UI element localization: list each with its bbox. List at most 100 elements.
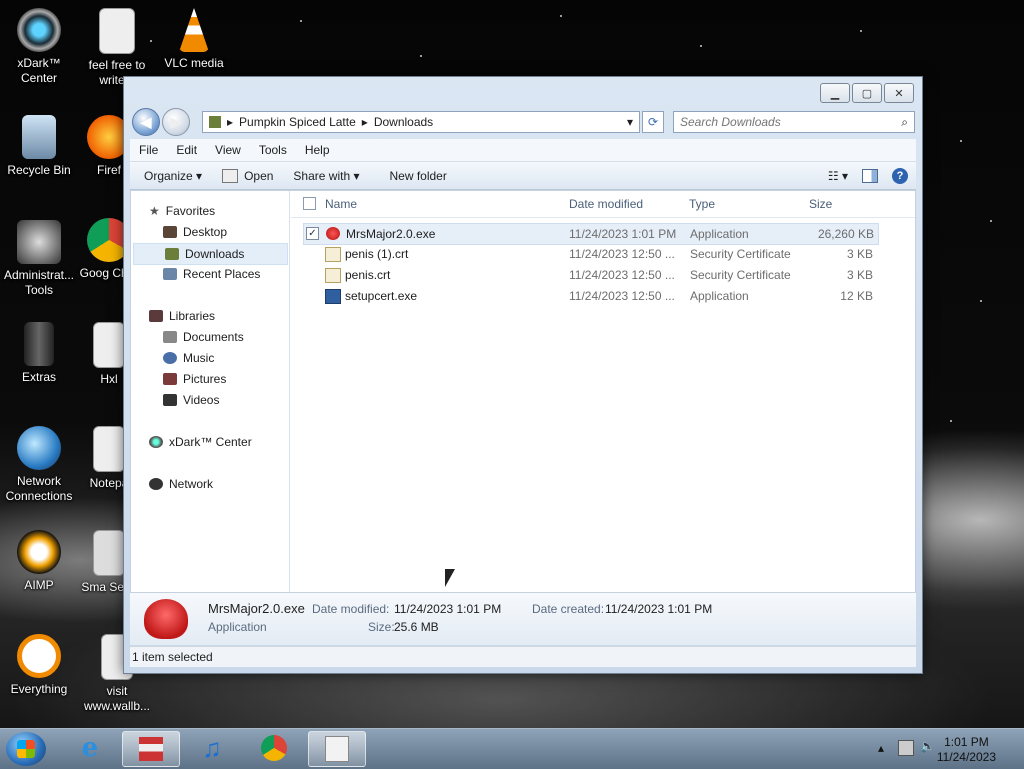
status-bar: 1 item selected [130,646,916,667]
view-options-icon[interactable]: ☷ ▾ [828,169,848,183]
nav-favorites-label: Favorites [165,204,216,218]
search-icon[interactable]: ⌕ [901,115,908,130]
table-row[interactable]: penis.crt 11/24/2023 12:50 ... Security … [303,265,877,285]
clock-date: 11/24/2023 [936,750,996,764]
desktop-icon-xdark[interactable]: xDark™ Center [0,8,78,86]
taskbar: e ♫ ▴ 🔈 1:01 PM 11/24/2023 [0,728,1024,769]
pictures-icon [163,373,177,385]
row-checkbox[interactable]: ✓ [306,227,319,240]
new-folder-button[interactable]: New folder [369,169,456,183]
open-button[interactable]: Open [212,168,283,183]
nav-favorites[interactable]: ★ Favorites [149,204,215,218]
caption-buttons: ▁ ▢ ✕ [820,83,914,103]
organize-button[interactable]: Organize ▾ [130,169,212,183]
file-list: Name Date modified Type Size ✓ MrsMajor2… [291,191,915,593]
select-all-checkbox[interactable] [303,197,316,210]
chevron-down-icon[interactable]: ▾ [627,115,633,129]
column-size[interactable]: Size [809,197,832,211]
downloads-folder-icon [165,248,179,260]
refresh-button[interactable]: ⟳ [642,111,664,133]
minimize-button[interactable]: ▁ [820,83,850,103]
desktop-icon-network-connections[interactable]: Network Connections [0,426,78,504]
nav-music[interactable]: Music [163,351,214,365]
nav-libraries[interactable]: Libraries [149,309,215,323]
taskbar-music-player[interactable]: ♫ [184,731,240,765]
file-type: Application [690,227,749,241]
nav-recent-places[interactable]: Recent Places [163,267,260,281]
breadcrumb-separator: ▸ [227,115,234,129]
status-text: 1 item selected [132,650,213,664]
network-status-icon[interactable] [898,740,914,756]
nav-desktop-label: Desktop [183,225,228,239]
column-type[interactable]: Type [689,197,715,211]
start-button[interactable] [6,732,46,766]
table-row[interactable]: penis (1).crt 11/24/2023 12:50 ... Secur… [303,244,877,264]
close-button[interactable]: ✕ [884,83,914,103]
internet-explorer-icon: e [81,733,99,763]
menu-help[interactable]: Help [296,143,339,157]
desktop-icon-vlc[interactable]: VLC media [155,8,233,71]
nav-documents[interactable]: Documents [163,330,244,344]
application-icon [325,289,341,304]
menu-edit[interactable]: Edit [167,143,206,157]
nav-desktop[interactable]: Desktop [163,225,227,239]
file-date: 11/24/2023 12:50 ... [569,247,675,261]
notepad-icon [93,426,125,472]
menu-file[interactable]: File [130,143,167,157]
table-row[interactable]: setupcert.exe 11/24/2023 12:50 ... Appli… [303,286,877,306]
back-button[interactable]: ◀ [132,108,160,136]
share-with-button[interactable]: Share with ▾ [283,169,369,183]
forward-button[interactable]: ▶ [162,108,190,136]
explorer-window[interactable]: ▁ ▢ ✕ ◀ ▶ ▸ Pumpkin Spiced Latte ▸ Downl… [123,76,923,674]
taskbar-file-explorer[interactable] [122,731,180,767]
nav-xdark-center[interactable]: xDark™ Center [149,435,252,449]
breadcrumb-separator: ▸ [361,115,368,129]
taskbar-internet-explorer[interactable]: e [62,731,118,765]
recycle-bin-icon [22,115,56,159]
file-date: 11/24/2023 12:50 ... [569,289,675,303]
nav-downloads[interactable]: Downloads [133,243,288,265]
preview-pane-icon[interactable] [862,168,878,183]
menu-tools[interactable]: Tools [250,143,296,157]
table-row[interactable]: ✓ MrsMajor2.0.exe 11/24/2023 1:01 PM App… [303,223,879,245]
vlc-cone-icon [179,8,209,52]
maximize-button[interactable]: ▢ [852,83,882,103]
file-type: Application [690,289,749,303]
desktop-icon-aimp[interactable]: AIMP [0,530,78,593]
nav-network-label: Network [169,477,214,491]
breadcrumb-pumpkin[interactable]: Pumpkin Spiced Latte [239,115,356,129]
taskbar-notes[interactable] [308,731,366,767]
mouse-cursor-icon [445,569,465,587]
nav-videos[interactable]: Videos [163,393,219,407]
help-icon[interactable]: ? [892,167,908,184]
taskbar-chrome[interactable] [246,731,302,765]
network-globe-icon [17,426,61,470]
desktop-icon-admin-tools[interactable]: Administrat... Tools [0,220,78,298]
desktop-icon-recycle-bin[interactable]: Recycle Bin [0,115,78,178]
xdark-icon [17,8,61,52]
desktop-icon-extras[interactable]: Extras [0,322,78,385]
aimp-icon [17,530,61,574]
details-created-value: 11/24/2023 1:01 PM [605,602,713,616]
search-box[interactable]: ⌕ [673,111,915,133]
address-bar[interactable]: ▸ Pumpkin Spiced Latte ▸ Downloads ▾ [202,111,640,133]
breadcrumb-downloads[interactable]: Downloads [374,115,433,129]
column-date-modified[interactable]: Date modified [569,197,643,211]
search-input[interactable] [674,114,902,130]
menu-view[interactable]: View [206,143,250,157]
file-name: penis (1).crt [345,247,409,261]
clock[interactable]: 1:01 PM 11/24/2023 [937,735,996,765]
nav-pictures[interactable]: Pictures [163,372,226,386]
column-name[interactable]: Name [325,197,357,211]
star-icon: ★ [149,204,160,218]
file-size: 26,260 KB [817,227,874,241]
certificate-icon [325,247,341,262]
show-hidden-icons-icon[interactable]: ▴ [878,741,884,755]
nav-network[interactable]: Network [149,477,213,491]
nav-music-label: Music [183,351,215,365]
chrome-icon [261,735,287,761]
volume-muted-icon[interactable]: 🔈 [920,739,935,753]
music-note-icon: ♫ [202,732,222,763]
text-document-icon [99,8,135,54]
desktop-icon-everything[interactable]: Everything [0,634,78,697]
